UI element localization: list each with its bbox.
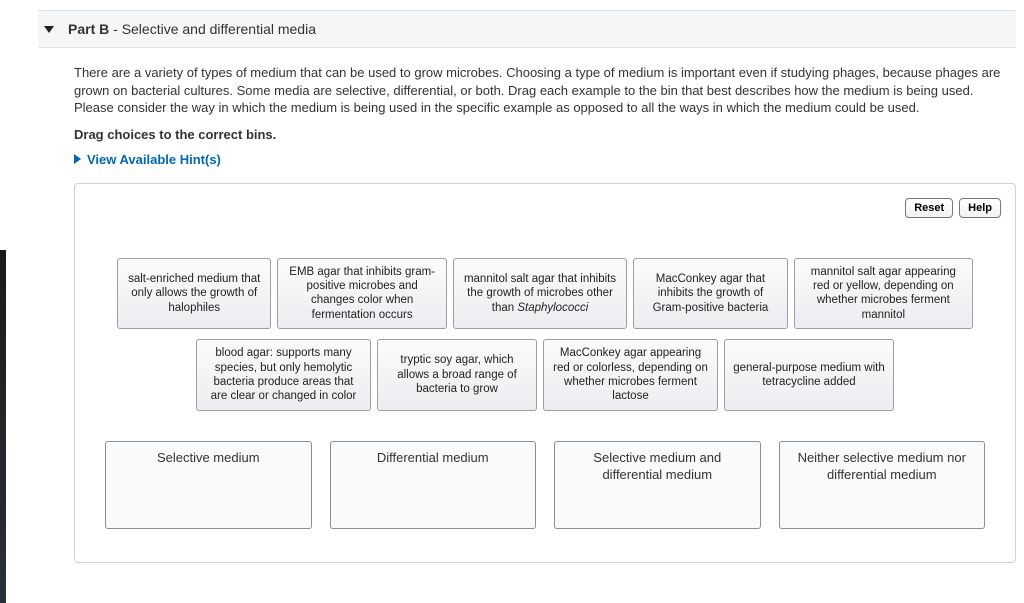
drop-bin-neither[interactable]: Neither selective medium nor differentia…	[779, 441, 986, 529]
drag-drop-activity: Reset Help salt-enriched medium that onl…	[74, 183, 1016, 563]
caret-down-icon	[44, 26, 54, 33]
window-edge-decoration	[0, 250, 6, 603]
draggable-chip[interactable]: mannitol salt agar appearing red or yell…	[794, 258, 973, 330]
draggable-chip[interactable]: mannitol salt agar that inhibits the gro…	[453, 258, 627, 330]
instruction-text: Drag choices to the correct bins.	[74, 127, 1016, 142]
bin-title: Selective medium and differential medium	[555, 450, 760, 484]
bin-title: Neither selective medium nor differentia…	[780, 450, 985, 484]
chip-text-italic: Staphylococci	[517, 302, 588, 314]
drop-bin-selective[interactable]: Selective medium	[105, 441, 312, 529]
part-header[interactable]: Part B - Selective and differential medi…	[38, 10, 1016, 48]
draggable-chip[interactable]: tryptic soy agar, which allows a broad r…	[377, 339, 537, 411]
drop-bin-both[interactable]: Selective medium and differential medium	[554, 441, 761, 529]
draggable-chip[interactable]: general-purpose medium with tetracycline…	[724, 339, 894, 411]
drop-bin-differential[interactable]: Differential medium	[330, 441, 537, 529]
intro-text: There are a variety of types of medium t…	[74, 64, 1014, 117]
draggable-chip[interactable]: EMB agar that inhibits gram-positive mic…	[277, 258, 446, 330]
reset-button[interactable]: Reset	[905, 198, 953, 218]
bin-title: Differential medium	[331, 450, 536, 467]
help-button[interactable]: Help	[959, 198, 1001, 218]
part-label: Part B	[68, 21, 109, 37]
part-title: Part B - Selective and differential medi…	[68, 21, 316, 37]
draggable-chip[interactable]: salt-enriched medium that only allows th…	[117, 258, 271, 330]
caret-right-icon	[74, 154, 81, 164]
view-hints-link[interactable]: View Available Hint(s)	[74, 152, 221, 167]
bin-title: Selective medium	[106, 450, 311, 467]
draggable-chip[interactable]: MacConkey agar appearing red or colorles…	[543, 339, 718, 411]
draggable-chip[interactable]: MacConkey agar that inhibits the growth …	[633, 258, 787, 330]
part-subtitle: Selective and differential media	[122, 21, 316, 37]
draggable-chip[interactable]: blood agar: supports many species, but o…	[196, 339, 371, 411]
hints-label: View Available Hint(s)	[87, 152, 221, 167]
